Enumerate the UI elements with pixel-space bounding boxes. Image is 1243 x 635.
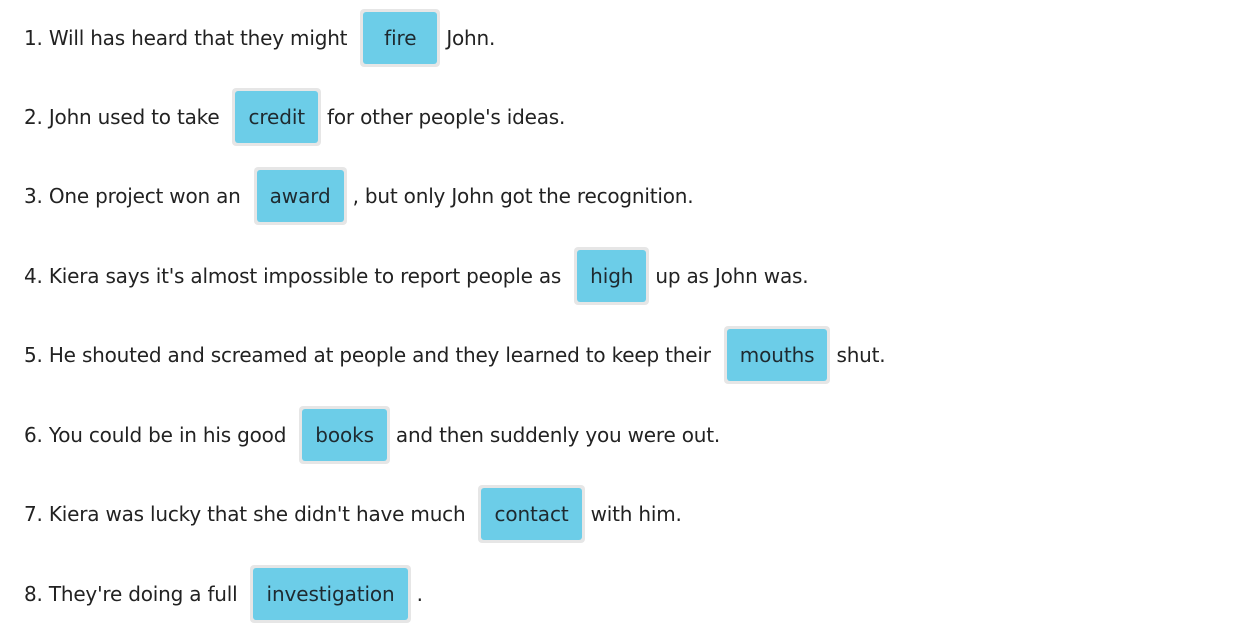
sentence-before: 1. Will has heard that they might [24,26,348,50]
answer-chip[interactable]: award [256,170,344,222]
sentence-after: with him. [590,502,682,526]
sentence-after: up as John was. [655,264,809,288]
sentence-row: 8. They're doing a full investigation . [24,563,423,625]
sentence-after: , but only John got the recognition. [352,184,694,208]
sentence-before: 6. You could be in his good [24,423,287,447]
answer-slot[interactable]: investigation [250,565,411,623]
sentence-before: 8. They're doing a full [24,582,238,606]
sentence-before: 5. He shouted and screamed at people and… [24,343,711,367]
answer-chip[interactable]: fire [363,12,438,64]
sentence-row: 3. One project won an award , but only J… [24,165,694,227]
sentence-after: and then suddenly you were out. [395,423,721,447]
gap-fill-exercise: 1. Will has heard that they might fire J… [0,0,1243,635]
answer-chip[interactable]: credit [235,91,319,143]
answer-slot[interactable]: high [574,247,650,305]
sentence-row: 6. You could be in his good books and th… [24,404,720,466]
answer-chip[interactable]: high [577,250,647,302]
answer-slot[interactable]: fire [360,9,441,67]
answer-slot[interactable]: award [253,167,347,225]
answer-chip[interactable]: contact [481,488,582,540]
answer-slot[interactable]: credit [232,88,322,146]
sentence-row: 4. Kiera says it's almost impossible to … [24,245,809,307]
sentence-after: . [416,582,423,606]
answer-chip[interactable]: investigation [253,568,408,620]
sentence-row: 7. Kiera was lucky that she didn't have … [24,483,682,545]
sentence-row: 1. Will has heard that they might fire J… [24,7,495,69]
sentence-before: 7. Kiera was lucky that she didn't have … [24,502,466,526]
answer-chip[interactable]: mouths [726,329,828,381]
answer-chip[interactable]: books [302,409,387,461]
sentence-row: 5. He shouted and screamed at people and… [24,324,886,386]
sentence-before: 2. John used to take [24,105,220,129]
sentence-after: for other people's ideas. [327,105,566,129]
sentence-before: 3. One project won an [24,184,241,208]
sentence-after: shut. [836,343,886,367]
sentence-after: John. [446,26,496,50]
answer-slot[interactable]: books [299,406,390,464]
answer-slot[interactable]: contact [478,485,585,543]
answer-slot[interactable]: mouths [723,326,831,384]
sentence-before: 4. Kiera says it's almost impossible to … [24,264,562,288]
sentence-row: 2. John used to take credit for other pe… [24,86,565,148]
